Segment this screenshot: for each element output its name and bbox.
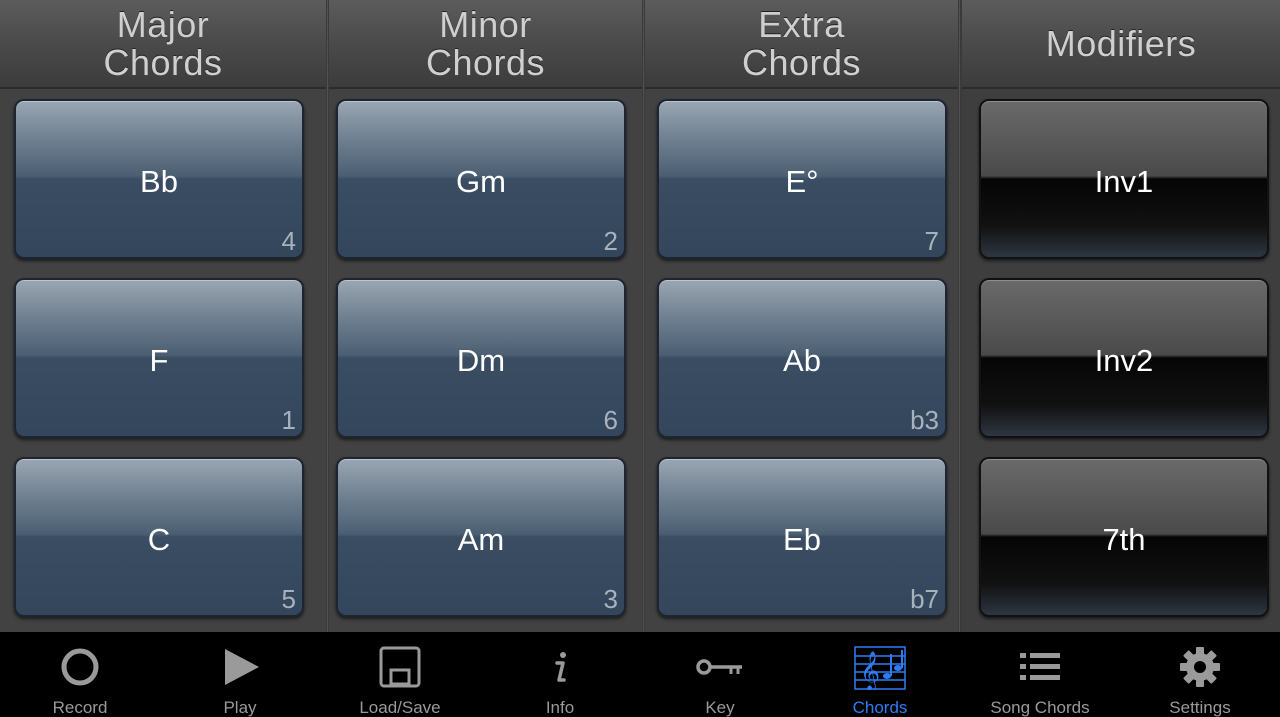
chord-name: F [149, 343, 169, 378]
scale-degree: 7 [924, 226, 939, 256]
modifier-name: Inv1 [1094, 164, 1154, 199]
modifiers-header: Modifiers [962, 0, 1280, 89]
scale-degree: 3 [603, 584, 618, 614]
tab-record[interactable]: Record [0, 632, 160, 717]
scale-degree: 2 [603, 226, 618, 256]
minor-chords-column: Minor Chords Gm 2 Dm 6 Am 3 [329, 0, 642, 632]
scale-degree: 6 [603, 405, 618, 435]
scale-degree: 1 [281, 405, 296, 435]
tab-label: Chords [852, 698, 908, 717]
chord-name: Dm [456, 343, 506, 378]
chord-button-gm[interactable]: Gm 2 [336, 99, 626, 259]
modifiers-column: Modifiers Inv1 Inv2 7th [962, 0, 1280, 632]
chord-button-e-dim[interactable]: E° 7 [657, 99, 947, 259]
modifier-name: 7th [1102, 522, 1146, 557]
chord-button-f[interactable]: F 1 [14, 278, 304, 438]
chord-button-dm[interactable]: Dm 6 [336, 278, 626, 438]
tab-label: Song Chords [990, 698, 1090, 717]
tab-label: Info [545, 698, 575, 717]
minor-chords-header: Minor Chords [329, 0, 642, 89]
tab-label: Load/Save [359, 698, 441, 717]
chord-button-c[interactable]: C 5 [14, 457, 304, 617]
scale-degree: b7 [910, 584, 939, 614]
chord-button-ab[interactable]: Ab b3 [657, 278, 947, 438]
tab-label: Key [705, 698, 735, 717]
chord-button-am[interactable]: Am 3 [336, 457, 626, 617]
major-chords-column: Major Chords Bb 4 F 1 C 5 [0, 0, 326, 632]
tab-label: Play [223, 698, 257, 717]
column-title: Modifiers [1045, 22, 1197, 64]
gear-icon [1178, 646, 1222, 690]
extra-chords-header: Extra Chords [645, 0, 958, 89]
tab-chords[interactable]: 𝄞 Chords [800, 632, 960, 717]
chord-name: Gm [456, 164, 506, 199]
scale-degree: 4 [281, 226, 296, 256]
music-staff-icon: 𝄞 [854, 646, 906, 690]
tab-info[interactable]: Info [480, 632, 640, 717]
chord-name: Am [457, 522, 505, 557]
chord-button-bb[interactable]: Bb 4 [14, 99, 304, 259]
chord-name: E° [785, 164, 819, 199]
tab-label: Settings [1169, 698, 1231, 717]
modifier-name: Inv2 [1094, 343, 1154, 378]
record-icon [58, 646, 102, 690]
info-icon [538, 646, 582, 690]
save-icon [378, 646, 422, 690]
column-title: Extra Chords [741, 3, 862, 83]
modifier-button-inv2[interactable]: Inv2 [979, 278, 1269, 438]
chord-name: Ab [783, 343, 821, 378]
svg-text:𝄞: 𝄞 [860, 651, 880, 690]
extra-chords-column: Extra Chords E° 7 Ab b3 Eb b7 [645, 0, 958, 632]
tab-play[interactable]: Play [160, 632, 320, 717]
chord-name: Bb [140, 164, 178, 199]
tab-song-chords[interactable]: Song Chords [960, 632, 1120, 717]
tab-key[interactable]: Key [640, 632, 800, 717]
chord-app: Major Chords Bb 4 F 1 C 5 Minor Chords G… [0, 0, 1280, 717]
play-icon [218, 646, 262, 690]
chord-name: C [147, 522, 171, 557]
column-divider [958, 0, 961, 632]
tab-label: Record [52, 698, 108, 717]
chord-button-eb[interactable]: Eb b7 [657, 457, 947, 617]
tab-load-save[interactable]: Load/Save [320, 632, 480, 717]
scale-degree: 5 [281, 584, 296, 614]
column-title: Major Chords [103, 3, 223, 83]
scale-degree: b3 [910, 405, 939, 435]
tab-bar: Record Play Load/Save Info Key 𝄞 Chords … [0, 632, 1280, 717]
chord-name: Eb [783, 522, 821, 557]
key-icon [695, 646, 745, 690]
modifier-button-7th[interactable]: 7th [979, 457, 1269, 617]
modifier-button-inv1[interactable]: Inv1 [979, 99, 1269, 259]
tab-settings[interactable]: Settings [1120, 632, 1280, 717]
column-title: Minor Chords [425, 3, 546, 83]
list-icon [1018, 646, 1062, 690]
major-chords-header: Major Chords [0, 0, 326, 89]
